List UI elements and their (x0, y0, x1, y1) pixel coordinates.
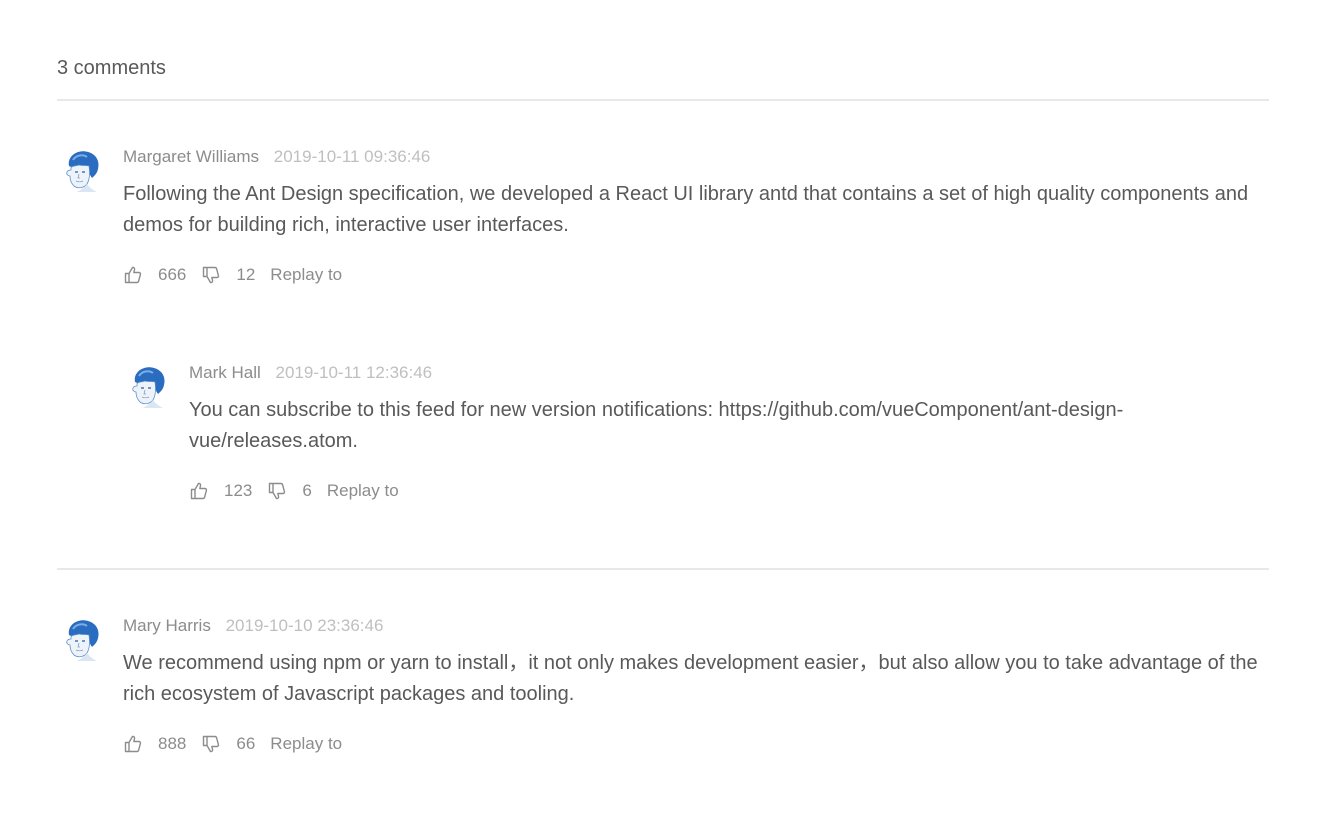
dislike-count: 6 (302, 481, 312, 500)
comment-body: Mark Hall 2019-10-11 12:36:46 You can su… (189, 362, 1269, 503)
comment-text: We recommend using npm or yarn to instal… (123, 652, 1258, 705)
comment-actions: 666 12 Replay to (123, 263, 1269, 287)
reply-button[interactable]: Replay to (327, 481, 399, 501)
comment-text: You can subscribe to this feed for new v… (189, 399, 1124, 452)
avatar[interactable] (57, 615, 105, 663)
avatar[interactable] (57, 146, 105, 194)
header-divider (57, 99, 1269, 101)
dislike-count: 12 (236, 265, 256, 284)
comment-meta: Margaret Williams 2019-10-11 09:36:46 (123, 146, 1269, 168)
comment-body: Margaret Williams 2019-10-11 09:36:46 Fo… (123, 146, 1269, 287)
like-count: 666 (158, 265, 187, 284)
comment-meta: Mark Hall 2019-10-11 12:36:46 (189, 362, 1269, 384)
comment-author[interactable]: Margaret Williams (123, 147, 259, 166)
like-icon[interactable] (189, 481, 209, 501)
dislike-count: 66 (236, 734, 256, 753)
like-count: 888 (158, 734, 187, 753)
avatar-image (132, 367, 165, 408)
dislike-icon[interactable] (201, 265, 221, 285)
avatar[interactable] (123, 362, 171, 410)
avatar-image (66, 151, 99, 192)
reply-button[interactable]: Replay to (270, 265, 342, 285)
comment-count: 3 comments (57, 57, 166, 79)
like-icon[interactable] (123, 265, 143, 285)
comment-actions: 123 6 Replay to (189, 479, 1269, 503)
comment-body: Mary Harris 2019-10-10 23:36:46 We recom… (123, 615, 1269, 756)
like-count: 123 (224, 481, 253, 500)
comment-time[interactable]: 2019-10-10 23:36:46 (226, 616, 384, 635)
comment-time[interactable]: 2019-10-11 09:36:46 (274, 147, 431, 166)
avatar-image (66, 620, 99, 661)
reply-button[interactable]: Replay to (270, 734, 342, 754)
comment-actions: 888 66 Replay to (123, 732, 1269, 756)
dislike-icon[interactable] (267, 481, 287, 501)
like-icon[interactable] (123, 734, 143, 754)
comment-author[interactable]: Mark Hall (189, 363, 261, 382)
comment-text: Following the Ant Design specification, … (123, 183, 1249, 236)
comment-author[interactable]: Mary Harris (123, 616, 211, 635)
comment-meta: Mary Harris 2019-10-10 23:36:46 (123, 615, 1269, 637)
dislike-icon[interactable] (201, 734, 221, 754)
comment-time[interactable]: 2019-10-11 12:36:46 (276, 363, 433, 382)
comment-divider (57, 568, 1269, 570)
